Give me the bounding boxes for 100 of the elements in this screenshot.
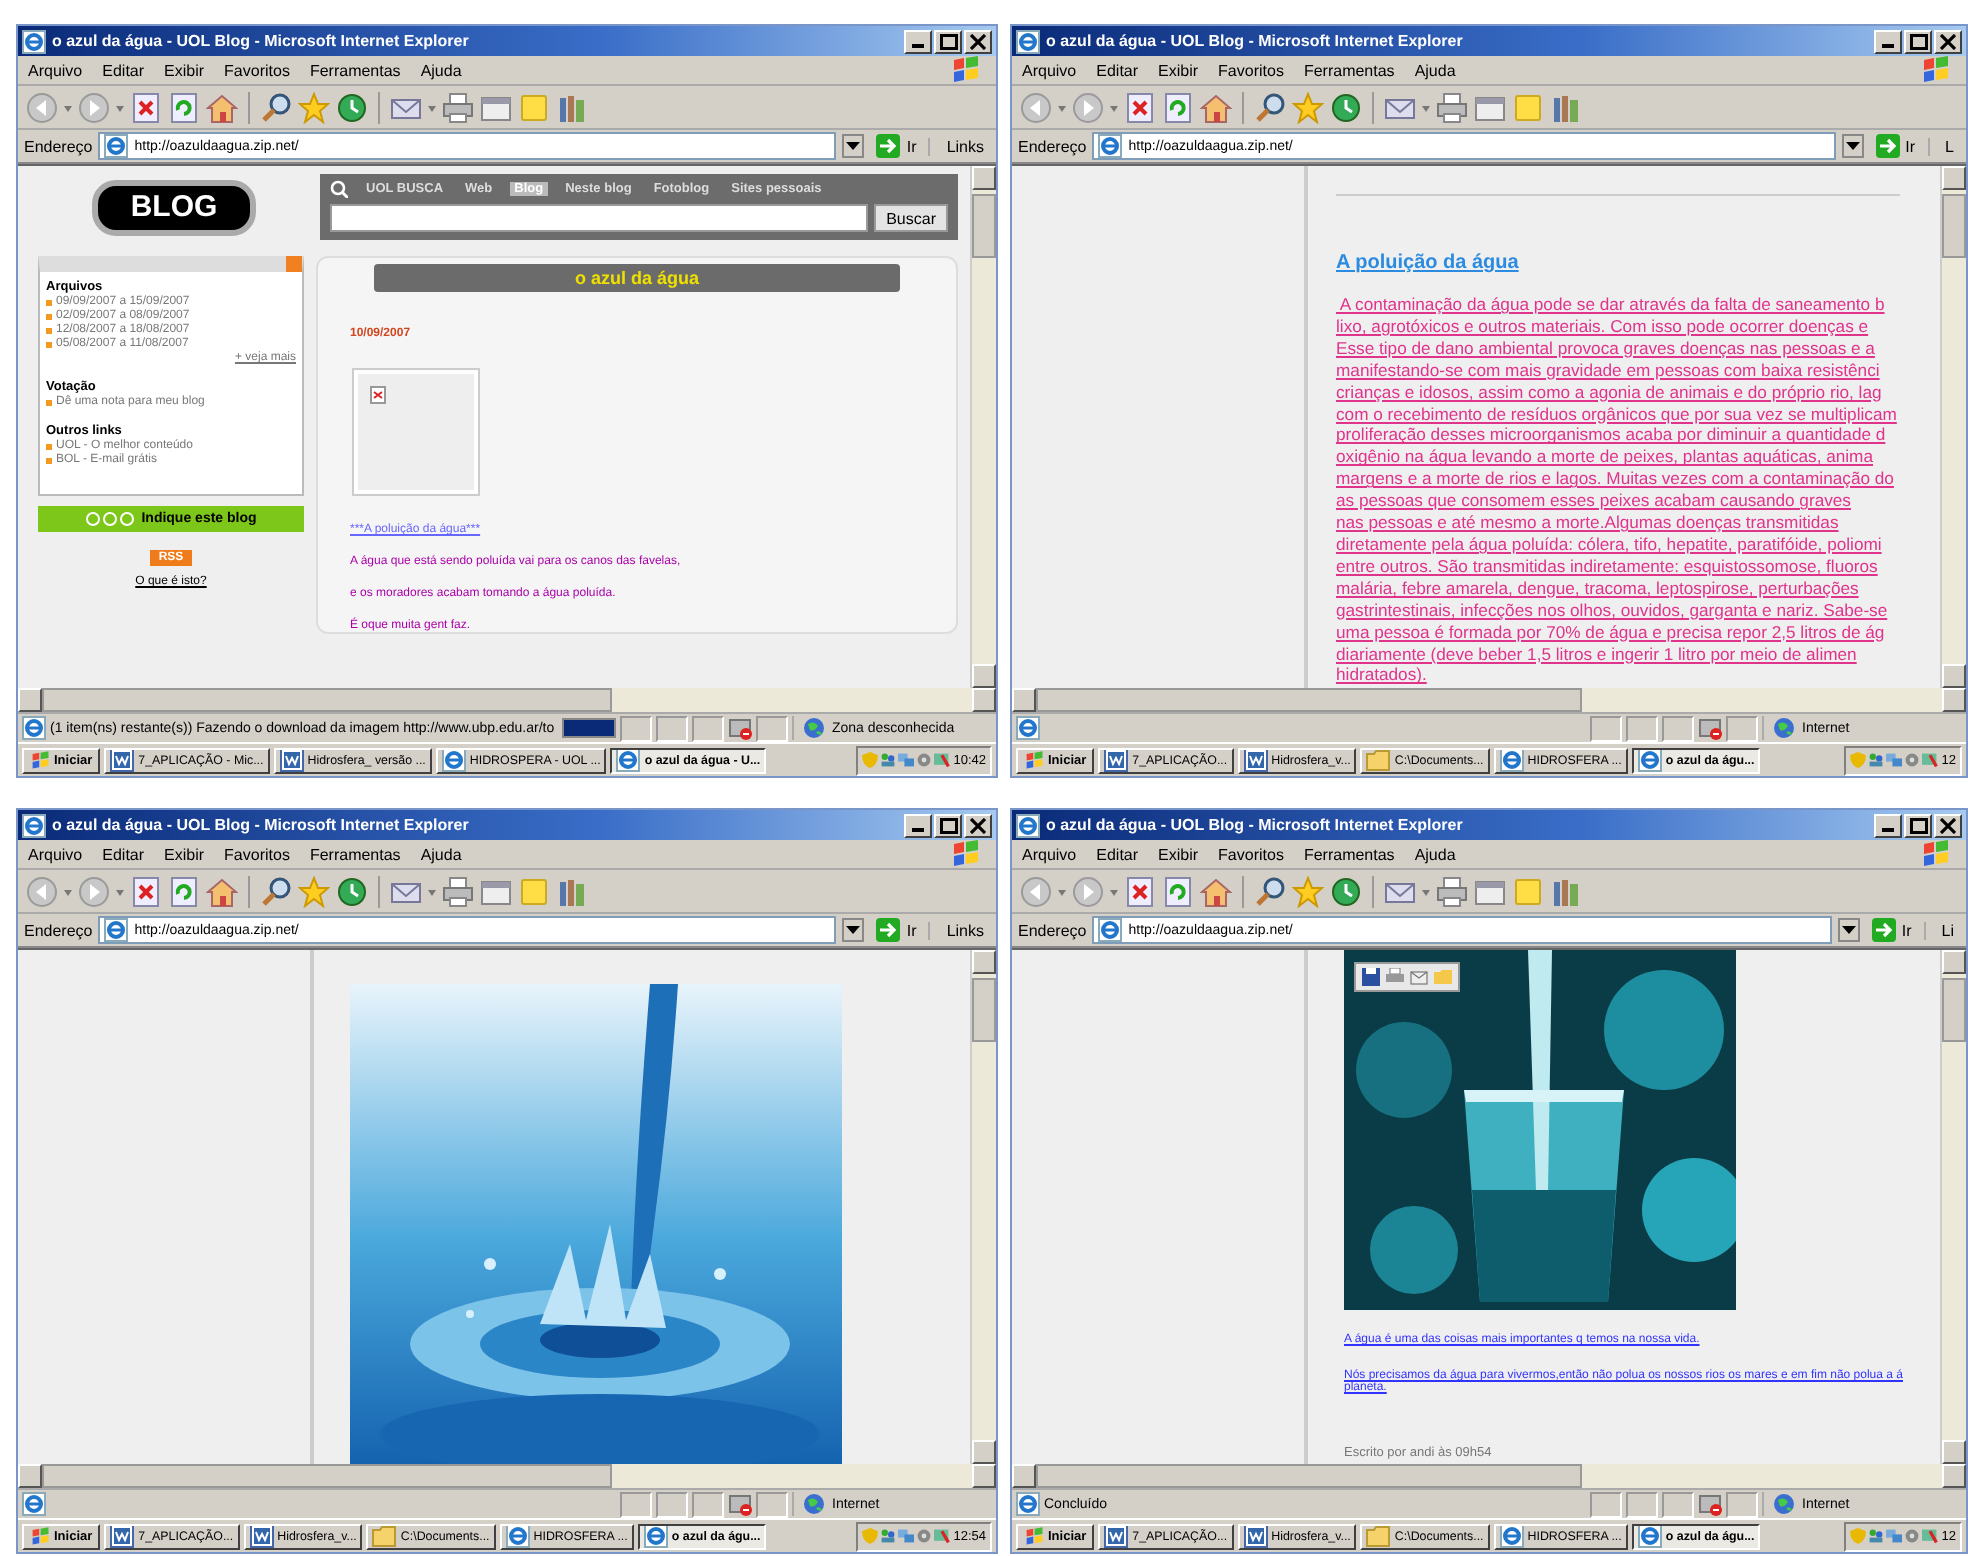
article-text-line[interactable]: A contaminação da água pode se dar através da falta de saneamento b <box>1336 294 1940 316</box>
links-button[interactable]: Links <box>928 921 990 939</box>
article-text-line[interactable]: margens e a morte de rios e lagos. Muitas vezes com a contaminação do <box>1336 468 1940 491</box>
history-icon[interactable] <box>336 875 368 907</box>
caret-icon[interactable] <box>428 885 436 897</box>
menu-item[interactable]: Arquivo <box>1022 845 1077 863</box>
caret-icon[interactable] <box>1422 101 1430 113</box>
minimize-button[interactable] <box>1874 813 1902 837</box>
people-icon[interactable] <box>1867 1528 1884 1544</box>
menu-item[interactable]: Favoritos <box>1218 845 1284 863</box>
note-icon[interactable] <box>518 91 550 123</box>
article-text-line[interactable]: diretamente pela água poluída: cólera, tifo, hepatite, paratifóide, poliomi <box>1336 533 1940 556</box>
maximize-button[interactable] <box>934 29 962 53</box>
gear-icon[interactable] <box>915 752 932 768</box>
printer-icon[interactable] <box>1436 875 1468 907</box>
forward-icon[interactable] <box>1072 875 1104 907</box>
caret-icon[interactable] <box>116 101 124 113</box>
horizontal-scrollbar[interactable] <box>1012 1464 1966 1488</box>
note-icon[interactable] <box>1512 91 1544 123</box>
article-text-line[interactable]: Esse tipo de dano ambiental provoca graves doenças nas pessoas e a <box>1336 337 1940 360</box>
article-text-line[interactable]: gastrintestinais, infecções nos olhos, ouvidos, garganta e nariz. Sabe-se <box>1336 599 1940 622</box>
monitor-icon[interactable] <box>933 752 950 768</box>
horizontal-scrollbar[interactable] <box>1012 688 1966 712</box>
article-text-line[interactable]: nas pessoas e até mesmo a morte.Algumas doenças transmitidas <box>1336 512 1940 534</box>
go-button[interactable]: Ir <box>1869 134 1922 158</box>
menu-item[interactable]: Ajuda <box>1414 845 1456 863</box>
minimize-button[interactable] <box>904 29 932 53</box>
menu-item[interactable]: Exibir <box>164 845 205 863</box>
menu-item[interactable]: Arquivo <box>1022 61 1077 79</box>
horizontal-scrollbar[interactable] <box>18 688 996 712</box>
refresh-icon[interactable] <box>1162 875 1194 907</box>
gear-icon[interactable] <box>1903 752 1920 768</box>
search-icon[interactable] <box>1254 91 1286 123</box>
stop-icon[interactable] <box>130 875 162 907</box>
back-icon[interactable] <box>26 875 58 907</box>
article-text-line[interactable]: lixo, agrotóxicos e outros materiais. Com isso pode ocorrer doenças e <box>1336 315 1940 338</box>
printer-icon[interactable] <box>1386 968 1404 986</box>
minimize-button[interactable] <box>1874 29 1902 53</box>
people-icon[interactable] <box>879 1528 896 1544</box>
caret-icon[interactable] <box>64 101 72 113</box>
home-icon[interactable] <box>206 91 238 123</box>
vertical-scrollbar[interactable] <box>1940 950 1966 1464</box>
article-text-line[interactable]: uma pessoa é formada por 70% de água e precisa repor 2,5 litros de ág <box>1336 621 1940 643</box>
printer-icon[interactable] <box>442 875 474 907</box>
maximize-button[interactable] <box>1904 813 1932 837</box>
search-icon[interactable] <box>260 875 292 907</box>
books-icon[interactable] <box>1550 875 1582 907</box>
menu-item[interactable]: Ferramentas <box>309 845 401 863</box>
forward-icon[interactable] <box>1072 91 1104 123</box>
search-field[interactable] <box>330 204 869 232</box>
menu-item[interactable]: Ajuda <box>420 845 462 863</box>
back-icon[interactable] <box>1020 875 1052 907</box>
article-text-line[interactable]: hidratados). <box>1336 664 1940 687</box>
books-icon[interactable] <box>556 875 588 907</box>
close-button[interactable] <box>964 29 992 53</box>
close-button[interactable] <box>964 813 992 837</box>
article-text-line[interactable]: oxigênio na água levando a morte de peixes, plantas aquáticas, anima <box>1336 446 1940 469</box>
vertical-scrollbar[interactable] <box>1940 166 1966 688</box>
vertical-scrollbar[interactable] <box>970 950 996 1464</box>
home-icon[interactable] <box>1200 875 1232 907</box>
books-icon[interactable] <box>1550 91 1582 123</box>
vertical-scrollbar[interactable] <box>970 166 996 688</box>
books-icon[interactable] <box>556 91 588 123</box>
refresh-icon[interactable] <box>168 875 200 907</box>
article-text-line[interactable]: manifestando-se com mais gravidade em pessoas com baixa resistênci <box>1336 359 1940 382</box>
maximize-button[interactable] <box>1904 29 1932 53</box>
forward-icon[interactable] <box>78 91 110 123</box>
back-icon[interactable] <box>26 91 58 123</box>
search-icon[interactable] <box>260 91 292 123</box>
menu-item[interactable]: Favoritos <box>224 61 290 79</box>
network-icon[interactable] <box>897 1528 914 1544</box>
caret-icon[interactable] <box>1058 885 1066 897</box>
printer-icon[interactable] <box>1436 91 1468 123</box>
article-text-line[interactable]: diariamente (deve beber 1,5 litros e ingerir 1 litro por meio de alimen <box>1336 643 1940 665</box>
home-icon[interactable] <box>1200 91 1232 123</box>
dropdown-button[interactable] <box>842 918 865 942</box>
caret-icon[interactable] <box>1422 885 1430 897</box>
close-button[interactable] <box>1934 29 1962 53</box>
menu-item[interactable]: Editar <box>1096 845 1139 863</box>
star-icon[interactable] <box>298 875 330 907</box>
home-icon[interactable] <box>206 875 238 907</box>
star-icon[interactable] <box>1292 875 1324 907</box>
caret-icon[interactable] <box>64 885 72 897</box>
star-icon[interactable] <box>298 91 330 123</box>
menu-item[interactable]: Ferramentas <box>1303 61 1395 79</box>
monitor-icon[interactable] <box>1921 1528 1938 1544</box>
printer-icon[interactable] <box>442 91 474 123</box>
go-button[interactable]: Ir <box>870 918 923 942</box>
menu-item[interactable]: Ferramentas <box>1303 845 1395 863</box>
menu-item[interactable]: Ajuda <box>420 61 462 79</box>
article-text-line[interactable]: malária, febre amarela, dengue, tracoma, leptospirose, perturbações <box>1336 577 1940 600</box>
network-icon[interactable] <box>1885 752 1902 768</box>
search-icon[interactable] <box>1254 875 1286 907</box>
menu-item[interactable]: Arquivo <box>28 61 83 79</box>
links-button[interactable]: Links <box>928 137 990 155</box>
menu-item[interactable]: Ferramentas <box>309 61 401 79</box>
menu-item[interactable]: Favoritos <box>1218 61 1284 79</box>
mail-icon[interactable] <box>1410 968 1428 986</box>
stop-icon[interactable] <box>1124 875 1156 907</box>
note-icon[interactable] <box>1512 875 1544 907</box>
